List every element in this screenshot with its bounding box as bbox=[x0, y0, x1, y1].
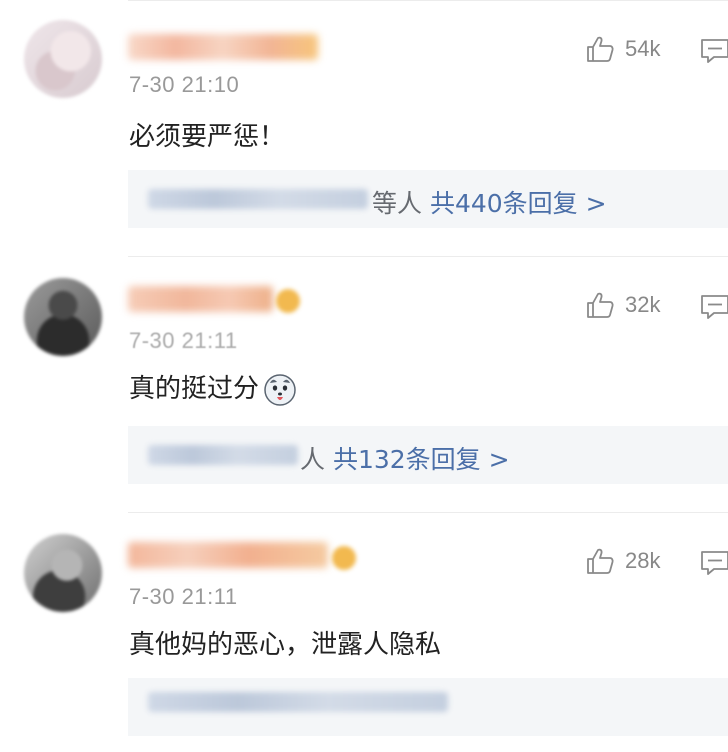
like-button[interactable]: 32k bbox=[585, 290, 660, 320]
comment-text-content: 真的挺过分 bbox=[129, 374, 260, 404]
reply-button[interactable] bbox=[700, 548, 728, 582]
comment-time: 7-30 21:10 bbox=[129, 72, 240, 97]
reply-summary[interactable]: 人 共132条回复 > bbox=[300, 440, 510, 476]
reply-icon bbox=[701, 295, 728, 319]
reply-summary[interactable]: 等人 共440条回复 > bbox=[372, 184, 607, 220]
comment-text: 真他妈的恶心，泄露人隐私 bbox=[129, 630, 442, 660]
avatar[interactable] bbox=[24, 534, 102, 612]
comment-item: 7-30 21:11 真他妈的恶心，泄露人隐私 28k bbox=[0, 512, 728, 752]
like-count: 32k bbox=[625, 292, 661, 317]
comment-text: 必须要严惩！ bbox=[129, 122, 286, 152]
like-button[interactable]: 28k bbox=[585, 546, 660, 576]
comment-item: 7-30 21:11 真的挺过分 32k 人 共132条回复 > bbox=[0, 256, 728, 496]
replier-names-blurred bbox=[148, 445, 298, 465]
comment-time: 7-30 21:11 bbox=[129, 584, 238, 609]
thumbs-up-icon bbox=[587, 548, 614, 574]
reply-icon bbox=[701, 551, 728, 575]
username-blurred[interactable] bbox=[128, 286, 273, 312]
avatar[interactable] bbox=[24, 278, 102, 356]
reply-suffix: 等人 bbox=[372, 189, 423, 218]
reply-count-link[interactable]: 共132条回复 > bbox=[333, 445, 510, 474]
reply-preview[interactable]: 人 共132条回复 > bbox=[128, 426, 728, 484]
reply-button[interactable] bbox=[700, 36, 728, 70]
husky-emoji-icon bbox=[264, 373, 296, 406]
thumbs-up-icon bbox=[587, 292, 614, 318]
username-blurred[interactable] bbox=[128, 542, 328, 568]
reply-preview[interactable]: 等人 共440条回复 > bbox=[128, 170, 728, 228]
comment-text: 真的挺过分 bbox=[129, 368, 297, 407]
comment-item: 7-30 21:10 必须要严惩！ 54k 等人 共440条回复 > bbox=[0, 0, 728, 240]
reply-count-link[interactable]: 共440条回复 > bbox=[430, 189, 607, 218]
reply-suffix: 人 bbox=[300, 445, 326, 474]
comment-time: 7-30 21:11 bbox=[129, 328, 238, 353]
reply-icon bbox=[701, 39, 728, 63]
like-count: 54k bbox=[625, 36, 661, 61]
vip-badge-icon bbox=[276, 289, 300, 313]
replier-names-blurred bbox=[148, 692, 448, 712]
vip-badge-icon bbox=[332, 546, 356, 570]
avatar[interactable] bbox=[24, 20, 102, 98]
username-blurred[interactable] bbox=[128, 34, 318, 60]
like-button[interactable]: 54k bbox=[585, 34, 660, 64]
like-count: 28k bbox=[625, 548, 661, 573]
thumbs-up-icon bbox=[587, 36, 614, 62]
reply-button[interactable] bbox=[700, 292, 728, 326]
replier-names-blurred bbox=[148, 189, 368, 209]
reply-preview[interactable] bbox=[128, 678, 728, 736]
